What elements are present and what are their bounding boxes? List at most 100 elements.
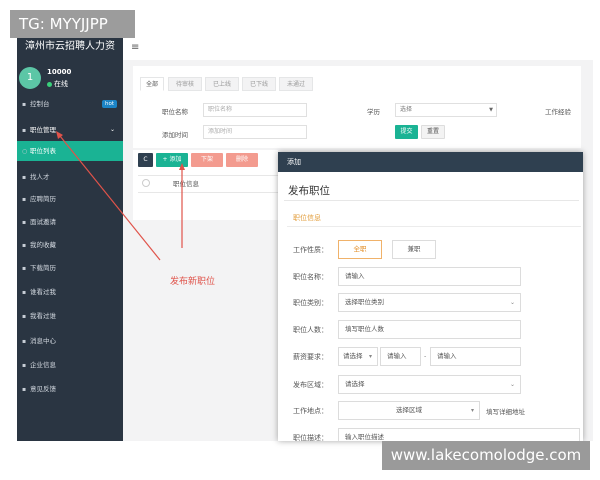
sidebar-item-label: 我看过谁 [30, 312, 56, 320]
section-title: 职位信息 [293, 214, 321, 222]
caret-down-icon: ▼ [489, 107, 493, 113]
region-label: 发布区域： [293, 381, 328, 389]
divider [287, 226, 581, 227]
sidebar-item-label: 谁看过我 [30, 288, 56, 296]
watermark-top: TG: MYYJJPP [10, 10, 135, 38]
user-status: 在线 [47, 79, 68, 89]
caret-down-icon: ▾ [368, 353, 372, 360]
sidebar-item-feedback[interactable]: ▪ 意见反馈 [17, 379, 123, 399]
region-select[interactable]: 请选择 ⌄ [338, 375, 521, 394]
table-header: 职位信息 [138, 175, 278, 193]
position-name-field[interactable]: 请输入 [338, 267, 521, 286]
category-label: 职位类别： [293, 299, 328, 307]
education-select-value: 选择 [400, 106, 413, 113]
submit-button[interactable]: 提交 [395, 125, 418, 139]
education-select[interactable]: 选择 ▼ [395, 103, 497, 117]
sidebar-item-downloads[interactable]: ▪ 下载简历 [17, 258, 123, 278]
category-select-value: 选择职位类别 [345, 298, 384, 306]
job-type-fulltime[interactable]: 全职 [338, 240, 382, 259]
sidebar-item-interviews[interactable]: ▪ 面试邀请 [17, 212, 123, 232]
online-dot-icon [47, 81, 52, 87]
user-status-text: 在线 [54, 80, 68, 88]
avatar[interactable]: 1 [19, 67, 41, 89]
salary-type-value: 请选择 [343, 352, 363, 360]
job-type-label: 工作性质： [293, 246, 328, 254]
salary-max-field[interactable]: 请输入 [430, 347, 521, 366]
sidebar-item-label: 企业信息 [30, 361, 56, 369]
star-icon: ▪ [22, 242, 27, 249]
position-name-input[interactable]: 职位名称 [203, 103, 307, 117]
sidebar-item-label: 找人才 [30, 173, 50, 181]
sidebar-item-label: 职位列表 [30, 147, 56, 155]
caret-down-icon: ▾ [470, 407, 474, 414]
sidebar-item-dashboard[interactable]: ▪ 控制台 hot [17, 94, 123, 114]
feedback-icon: ▪ [22, 386, 27, 393]
sidebar-item-find-talent[interactable]: ▪ 找人才 [17, 167, 123, 187]
annotation-text: 发布新职位 [170, 277, 216, 287]
select-all-checkbox[interactable] [142, 179, 150, 187]
sidebar-item-label: 下载简历 [30, 264, 56, 272]
building-icon: ▪ [22, 362, 27, 369]
reset-button[interactable]: 重置 [421, 125, 445, 139]
description-label: 职位描述： [293, 434, 328, 441]
tab-rejected[interactable]: 未通过 [279, 77, 313, 91]
salary-min-field[interactable]: 请输入 [380, 347, 421, 366]
users-icon: ▪ [22, 174, 27, 181]
chevron-down-icon: ⌄ [509, 299, 515, 306]
salary-type-select[interactable]: 请选择 ▾ [338, 347, 378, 366]
sidebar: 漳州市云招聘人力资 1 10000 在线 ▪ 控制台 hot ▪ 职位管理 ⌄ ○ 职位列… [17, 32, 123, 441]
modal-title: 发布职位 [288, 185, 330, 197]
refresh-button[interactable]: C [138, 153, 153, 167]
region-select-value: 请选择 [345, 380, 365, 388]
sidebar-item-messages[interactable]: ▪ 消息中心 [17, 331, 123, 351]
sidebar-item-label: 职位管理 [30, 126, 56, 134]
briefcase-icon: ▪ [22, 127, 27, 134]
headcount-field[interactable]: 填写职位人数 [338, 320, 521, 339]
sidebar-item-who-viewed-me[interactable]: ▪ 谁看过我 [17, 282, 123, 302]
sidebar-item-company-info[interactable]: ▪ 企业信息 [17, 355, 123, 375]
sidebar-item-position-list[interactable]: ○ 职位列表 [17, 141, 123, 161]
table-header-label: 职位信息 [173, 180, 199, 188]
download-icon: ▪ [22, 265, 27, 272]
watermark-bottom: www.lakecomolodge.com [382, 441, 590, 470]
sidebar-item-label: 意见反馈 [30, 385, 56, 393]
add-position-modal: 添加 发布职位 职位信息 工作性质： 全职 兼职 职位名称： 请输入 职位类别：… [278, 152, 583, 441]
chevron-down-icon: ⌄ [509, 381, 515, 388]
sidebar-item-label: 控制台 [30, 100, 50, 108]
education-label: 学历 [367, 108, 380, 116]
delete-button[interactable]: 删除 [226, 153, 258, 167]
add-time-input[interactable]: 添加时间 [203, 125, 307, 139]
add-button[interactable]: + 添加 [156, 153, 188, 167]
job-type-parttime[interactable]: 兼职 [392, 240, 436, 259]
address-detail-field[interactable]: 填写详细地址 [486, 406, 525, 416]
description-field[interactable]: 输入职位描述 [338, 428, 580, 441]
offline-button[interactable]: 下架 [191, 153, 223, 167]
sidebar-item-who-i-viewed[interactable]: ▪ 我看过谁 [17, 306, 123, 326]
salary-label: 薪资要求： [293, 353, 328, 361]
location-label: 工作地点： [293, 407, 328, 415]
sidebar-item-position-mgmt[interactable]: ▪ 职位管理 ⌄ [17, 120, 123, 140]
add-time-label: 添加时间 [162, 131, 188, 139]
sidebar-item-label: 我的收藏 [30, 241, 56, 249]
location-select[interactable]: 选择区域 ▾ [338, 401, 480, 420]
sidebar-item-applications[interactable]: ▪ 应聘简历 [17, 189, 123, 209]
chevron-down-icon: ⌄ [109, 126, 115, 133]
category-select[interactable]: 选择职位类别 ⌄ [338, 293, 521, 312]
divider [284, 200, 579, 201]
sidebar-item-label: 消息中心 [30, 337, 56, 345]
dashboard-icon: ▪ [22, 101, 27, 108]
headcount-label: 职位人数： [293, 326, 328, 334]
sidebar-item-label: 应聘简历 [30, 195, 56, 203]
experience-label: 工作经验 [545, 108, 571, 116]
tab-pending[interactable]: 待审核 [168, 77, 202, 91]
hot-badge: hot [101, 100, 117, 108]
user-name: 10000 [47, 68, 72, 76]
tab-online[interactable]: 已上线 [205, 77, 239, 91]
tab-offline[interactable]: 已下线 [242, 77, 276, 91]
position-name-label: 职位名称 [162, 108, 188, 116]
tab-all[interactable]: 全部 [140, 77, 164, 91]
hamburger-menu-icon[interactable]: ≡ [131, 42, 139, 53]
sidebar-item-favorites[interactable]: ▪ 我的收藏 [17, 235, 123, 255]
circle-icon: ○ [22, 148, 28, 155]
message-icon: ▪ [22, 338, 27, 345]
